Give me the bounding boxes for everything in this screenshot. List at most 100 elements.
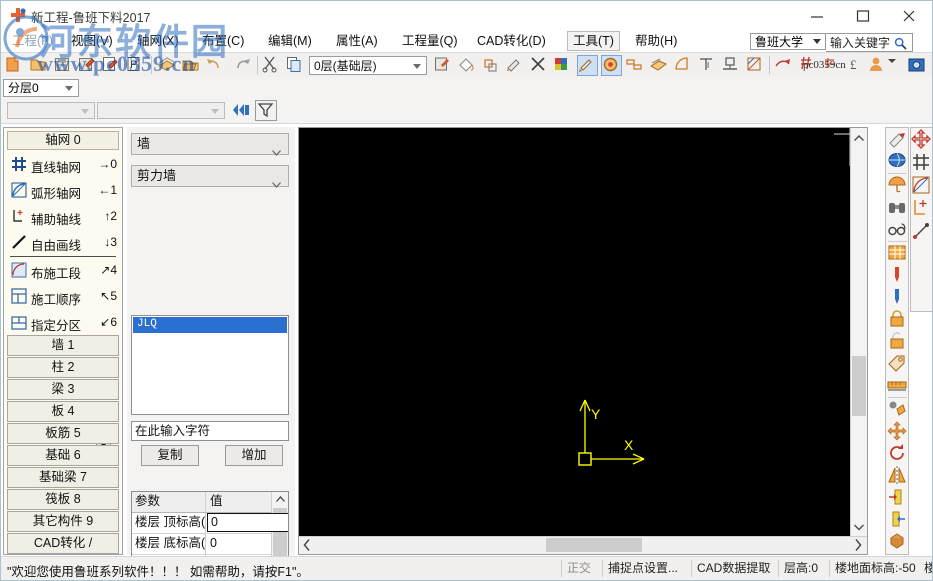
dim-height-icon[interactable]: I — [697, 55, 718, 76]
grid-icon[interactable] — [911, 152, 932, 174]
unlock-icon[interactable] — [887, 331, 909, 353]
move-icon[interactable] — [887, 421, 909, 443]
status-floor-top[interactable]: 楼层顶 — [919, 560, 933, 577]
align-icon[interactable] — [625, 55, 646, 76]
scroll-left-icon[interactable] — [303, 539, 311, 554]
mirror-icon[interactable] — [887, 465, 909, 487]
binoculars-icon[interactable] — [887, 197, 909, 219]
scroll-up-icon[interactable] — [276, 495, 285, 506]
scroll-up-icon[interactable] — [854, 131, 864, 145]
align-right-icon[interactable] — [887, 487, 909, 509]
sidebar-item-arc-grid[interactable]: 弧形轴网 ←1 — [9, 178, 119, 204]
table-row[interactable]: 楼层 顶标高(m 0 — [132, 513, 288, 534]
menu-item-property[interactable]: 属性(A) — [331, 32, 383, 50]
add-button[interactable]: 增加 — [225, 445, 283, 466]
user-icon[interactable] — [867, 55, 888, 76]
sidebar-section-foundation[interactable]: 基础 6 — [7, 445, 119, 466]
paint-bucket-icon[interactable] — [457, 55, 478, 76]
status-snap-settings[interactable]: 捕捉点设置... — [602, 560, 683, 577]
copy-icon[interactable] — [285, 55, 306, 76]
table-cell-value-editing[interactable]: 0 — [207, 513, 289, 532]
open-file-icon[interactable] — [29, 55, 50, 76]
sidebar-item-work-section[interactable]: 布施工段 ↗4 — [9, 258, 119, 284]
sidebar-section-beam[interactable]: 梁 3 — [7, 379, 119, 400]
rotate-icon[interactable] — [773, 55, 794, 76]
menu-item-project[interactable]: 工程(F) — [7, 32, 58, 50]
university-combo[interactable]: 鲁班大学 输入关键字 — [750, 33, 826, 50]
sidebar-section-axis-grid[interactable]: 轴网 0 — [7, 131, 119, 150]
umbrella-icon[interactable] — [887, 175, 909, 197]
user-dropdown-arrow[interactable] — [887, 55, 908, 76]
canvas-vscroll-thumb[interactable] — [852, 356, 866, 416]
pan-move-icon[interactable] — [911, 129, 932, 151]
print-icon[interactable]: P — [125, 55, 146, 76]
target-icon[interactable] — [601, 55, 622, 76]
save-icon[interactable] — [53, 55, 74, 76]
sidebar-section-slab[interactable]: 板 4 — [7, 401, 119, 422]
hatch-icon[interactable] — [745, 55, 766, 76]
measure-icon[interactable] — [649, 55, 670, 76]
list-item[interactable]: JLQ — [133, 317, 287, 333]
objects-icon[interactable] — [887, 399, 909, 421]
scroll-right-icon[interactable] — [854, 539, 862, 554]
sidebar-section-other[interactable]: 其它构件 9 — [7, 511, 119, 532]
sidebar-item-aux-axis[interactable]: 辅助轴线 ↑2 — [9, 204, 119, 230]
undo-icon[interactable] — [205, 55, 226, 76]
sidebar-section-cad-convert[interactable]: CAD转化 / — [7, 533, 119, 554]
scroll-down-icon[interactable] — [854, 520, 864, 534]
delete-icon[interactable] — [529, 55, 550, 76]
menu-item-layout[interactable]: 布置(C) — [197, 32, 249, 50]
save-as-icon[interactable] — [77, 55, 98, 76]
menu-item-cad-convert[interactable]: CAD转化(D) — [472, 32, 551, 50]
menu-item-help[interactable]: 帮助(H) — [630, 32, 682, 50]
drawing-canvas-area[interactable]: Y X — [298, 127, 868, 555]
status-cad-extract[interactable]: CAD数据提取 — [691, 560, 775, 577]
rotate-icon[interactable] — [887, 443, 909, 465]
glasses-icon[interactable] — [887, 219, 909, 241]
tag-icon[interactable] — [887, 353, 909, 375]
sidebar-section-raft[interactable]: 筏板 8 — [7, 489, 119, 510]
base-icon[interactable] — [721, 55, 742, 76]
menu-item-tools[interactable]: 工具(T) — [567, 31, 620, 51]
menu-item-quantity[interactable]: 工程量(Q) — [397, 32, 463, 50]
minimize-button[interactable] — [794, 1, 840, 30]
close-button[interactable] — [886, 1, 932, 30]
status-ortho[interactable]: 正交 — [561, 560, 596, 577]
pin-red-icon[interactable] — [887, 265, 909, 287]
pin-blue-icon[interactable] — [887, 287, 909, 309]
fenceng-combo[interactable]: 分层0 — [3, 79, 79, 97]
component-name-combo[interactable] — [97, 102, 225, 119]
table-cell-value[interactable]: 0 — [207, 534, 273, 554]
sidebar-section-slab-rebar[interactable]: 板筋 5 — [7, 423, 119, 444]
aux-axis-icon[interactable] — [911, 198, 932, 220]
table-row[interactable]: 楼层 底标高(m 0 — [132, 534, 288, 555]
edit-file-icon[interactable] — [101, 55, 122, 76]
copy-button[interactable]: 复制 — [141, 445, 199, 466]
highlight-pen-icon[interactable] — [887, 129, 909, 151]
elev-icon[interactable]: £ — [845, 55, 866, 76]
properties-icon[interactable] — [433, 55, 454, 76]
component-name-list[interactable]: JLQ — [131, 315, 289, 415]
canvas-horizontal-scrollbar[interactable] — [299, 536, 867, 554]
free-line-icon[interactable] — [911, 221, 932, 243]
lock-icon[interactable] — [887, 309, 909, 331]
sidebar-section-column[interactable]: 柱 2 — [7, 357, 119, 378]
sidebar-section-wall[interactable]: 墙 1 — [7, 335, 119, 356]
component-filter-combo[interactable] — [7, 102, 95, 119]
globe-view-icon[interactable] — [887, 151, 909, 173]
sidebar-item-zone-assign[interactable]: 指定分区 ↙6 — [9, 310, 119, 336]
floor-layer-combo[interactable]: 0层(基础层) — [309, 56, 427, 75]
new-file-icon[interactable] — [5, 55, 26, 76]
grid-arc-icon[interactable] — [911, 175, 932, 197]
open-drawing-icon[interactable] — [181, 55, 202, 76]
menu-item-view[interactable]: 视图(V) — [66, 32, 118, 50]
layer-manage-icon[interactable] — [157, 55, 178, 76]
filter-icon[interactable] — [255, 100, 277, 121]
keyword-search-input[interactable]: 输入关键字 — [826, 33, 913, 52]
menu-item-axis-grid[interactable]: 轴网(X) — [132, 32, 184, 50]
align-left-icon[interactable] — [887, 509, 909, 531]
maximize-button[interactable] — [840, 1, 886, 30]
color-icon[interactable] — [553, 55, 574, 76]
sidebar-item-straight-grid[interactable]: 直线轴网 →0 — [9, 152, 119, 178]
redo-icon[interactable] — [233, 55, 254, 76]
